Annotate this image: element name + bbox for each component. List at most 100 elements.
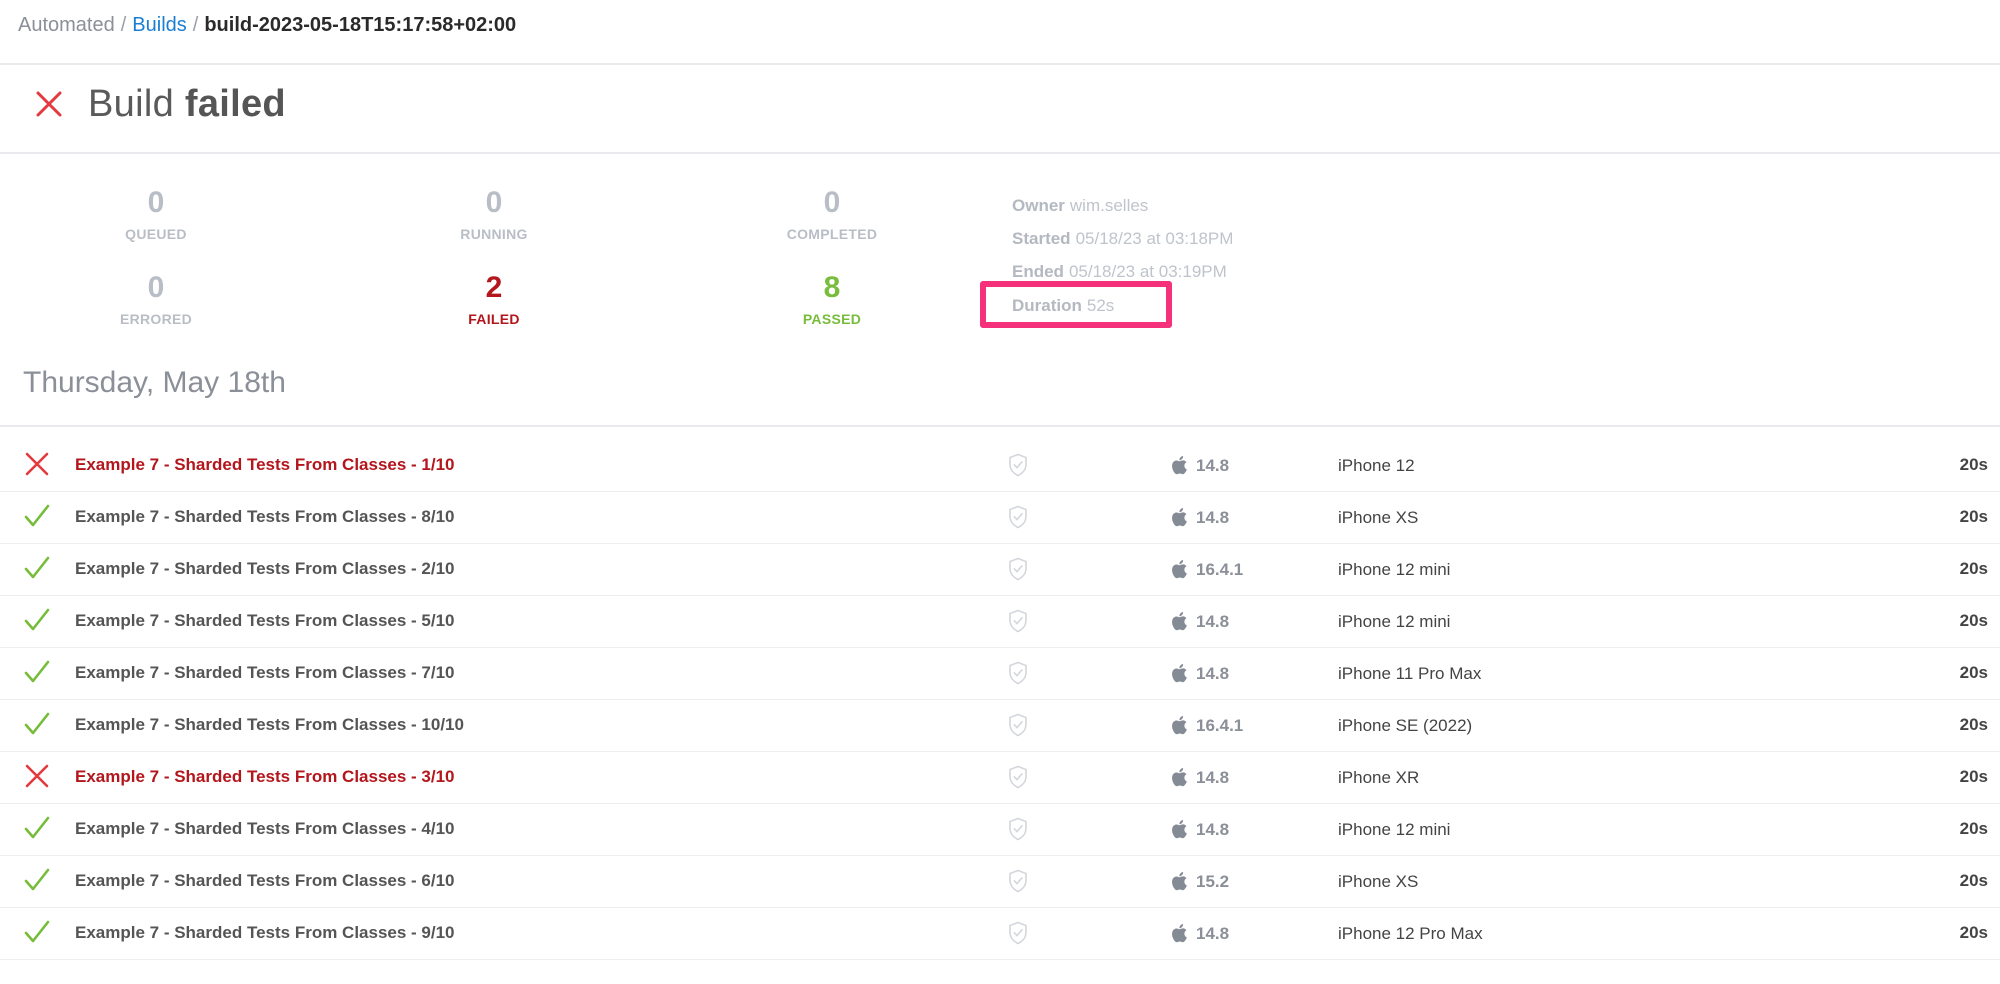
job-duration: 20s [1959, 455, 1988, 474]
apple-icon [1171, 922, 1189, 944]
meta-ended: Ended 05/18/23 at 03:19PM [1012, 262, 1227, 282]
job-row[interactable]: Example 7 - Sharded Tests From Classes -… [0, 596, 2000, 648]
shield-icon [1008, 661, 1028, 685]
os-version: 14.8 [1196, 612, 1230, 631]
stat-completed-value: 0 [823, 186, 841, 219]
job-duration: 20s [1959, 819, 1988, 838]
os-version: 14.8 [1196, 924, 1230, 943]
job-row[interactable]: Example 7 - Sharded Tests From Classes -… [0, 752, 2000, 804]
stat-running: 0 RUNNING [394, 186, 594, 242]
stat-passed-label: PASSED [802, 311, 862, 327]
device-name: iPhone XS [1338, 872, 1419, 891]
device-name: iPhone 12 mini [1338, 560, 1451, 579]
stat-queued-label: QUEUED [125, 226, 187, 242]
job-row[interactable]: Example 7 - Sharded Tests From Classes -… [0, 700, 2000, 752]
meta-owner-label: Owner [1012, 196, 1065, 215]
job-row[interactable]: Example 7 - Sharded Tests From Classes -… [0, 908, 2000, 960]
stat-failed-label: FAILED [468, 311, 520, 327]
job-name: Example 7 - Sharded Tests From Classes -… [75, 715, 464, 734]
passed-checkmark-icon [23, 554, 51, 582]
meta-ended-label: Ended [1012, 262, 1064, 281]
job-name: Example 7 - Sharded Tests From Classes -… [75, 663, 455, 682]
passed-checkmark-icon [23, 814, 51, 842]
meta-started-label: Started [1012, 229, 1071, 248]
passed-checkmark-icon [23, 606, 51, 634]
job-row[interactable]: Example 7 - Sharded Tests From Classes -… [0, 492, 2000, 544]
title-prefix: Build [88, 82, 174, 125]
shield-icon [1008, 869, 1028, 893]
apple-icon [1171, 662, 1189, 684]
job-row[interactable]: Example 7 - Sharded Tests From Classes -… [0, 804, 2000, 856]
stat-completed-label: COMPLETED [786, 226, 878, 242]
job-row[interactable]: Example 7 - Sharded Tests From Classes -… [0, 440, 2000, 492]
stat-failed: 2 FAILED [394, 271, 594, 327]
device-name: iPhone XR [1338, 768, 1420, 787]
breadcrumb-separator: / [120, 14, 127, 36]
divider [0, 152, 2000, 154]
device-name: iPhone XS [1338, 508, 1419, 527]
job-name: Example 7 - Sharded Tests From Classes -… [75, 455, 455, 474]
device-name: iPhone 12 Pro Max [1338, 924, 1483, 943]
date-heading: Thursday, May 18th [23, 366, 286, 399]
meta-started-value: 05/18/23 at 03:18PM [1075, 229, 1234, 248]
apple-icon [1171, 610, 1189, 632]
shield-icon [1008, 505, 1028, 529]
duration-highlight-box [980, 281, 1172, 328]
stat-errored: 0 ERRORED [56, 271, 256, 327]
os-version: 16.4.1 [1196, 716, 1244, 735]
shield-icon [1008, 817, 1028, 841]
job-row[interactable]: Example 7 - Sharded Tests From Classes -… [0, 544, 2000, 596]
breadcrumb-builds-link[interactable]: Builds [132, 14, 186, 36]
shield-icon [1008, 921, 1028, 945]
breadcrumb-automated[interactable]: Automated [18, 14, 115, 36]
job-name: Example 7 - Sharded Tests From Classes -… [75, 507, 455, 526]
job-name: Example 7 - Sharded Tests From Classes -… [75, 819, 455, 838]
job-duration: 20s [1959, 663, 1988, 682]
stat-errored-value: 0 [147, 271, 165, 304]
device-name: iPhone 12 mini [1338, 820, 1451, 839]
apple-icon [1171, 766, 1189, 788]
stat-passed: 8 PASSED [732, 271, 932, 327]
job-duration: 20s [1959, 559, 1988, 578]
shield-icon [1008, 557, 1028, 581]
shield-icon [1008, 609, 1028, 633]
divider [0, 425, 2000, 427]
stat-failed-value: 2 [485, 271, 503, 304]
os-version: 14.8 [1196, 768, 1230, 787]
os-version: 14.8 [1196, 820, 1230, 839]
meta-started: Started 05/18/23 at 03:18PM [1012, 229, 1233, 249]
apple-icon [1171, 558, 1189, 580]
shield-icon [1008, 713, 1028, 737]
build-status-header: Build failed [32, 78, 286, 130]
job-duration: 20s [1959, 611, 1988, 630]
apple-icon [1171, 506, 1189, 528]
passed-checkmark-icon [23, 658, 51, 686]
os-version: 14.8 [1196, 456, 1230, 475]
breadcrumb-current-build: build-2023-05-18T15:17:58+02:00 [204, 14, 517, 36]
job-row[interactable]: Example 7 - Sharded Tests From Classes -… [0, 648, 2000, 700]
shield-icon [1008, 765, 1028, 789]
apple-icon [1171, 454, 1189, 476]
stat-running-value: 0 [485, 186, 503, 219]
title-status: failed [184, 82, 286, 125]
job-name: Example 7 - Sharded Tests From Classes -… [75, 871, 455, 890]
device-name: iPhone SE (2022) [1338, 716, 1473, 735]
job-duration: 20s [1959, 923, 1988, 942]
page-title: Build failed [88, 83, 286, 126]
meta-ended-value: 05/18/23 at 03:19PM [1068, 262, 1227, 281]
job-name: Example 7 - Sharded Tests From Classes -… [75, 611, 455, 630]
job-row[interactable]: Example 7 - Sharded Tests From Classes -… [0, 856, 2000, 908]
os-version: 16.4.1 [1196, 560, 1244, 579]
stat-completed: 0 COMPLETED [732, 186, 932, 242]
stat-running-label: RUNNING [460, 226, 528, 242]
device-name: iPhone 12 [1338, 456, 1415, 475]
passed-checkmark-icon [23, 918, 51, 946]
passed-checkmark-icon [23, 866, 51, 894]
jobs-list: Example 7 - Sharded Tests From Classes -… [0, 440, 2000, 960]
job-name: Example 7 - Sharded Tests From Classes -… [75, 767, 455, 786]
shield-icon [1008, 453, 1028, 477]
job-name: Example 7 - Sharded Tests From Classes -… [75, 559, 455, 578]
breadcrumb-separator: / [192, 14, 199, 36]
apple-icon [1171, 714, 1189, 736]
os-version: 14.8 [1196, 508, 1230, 527]
